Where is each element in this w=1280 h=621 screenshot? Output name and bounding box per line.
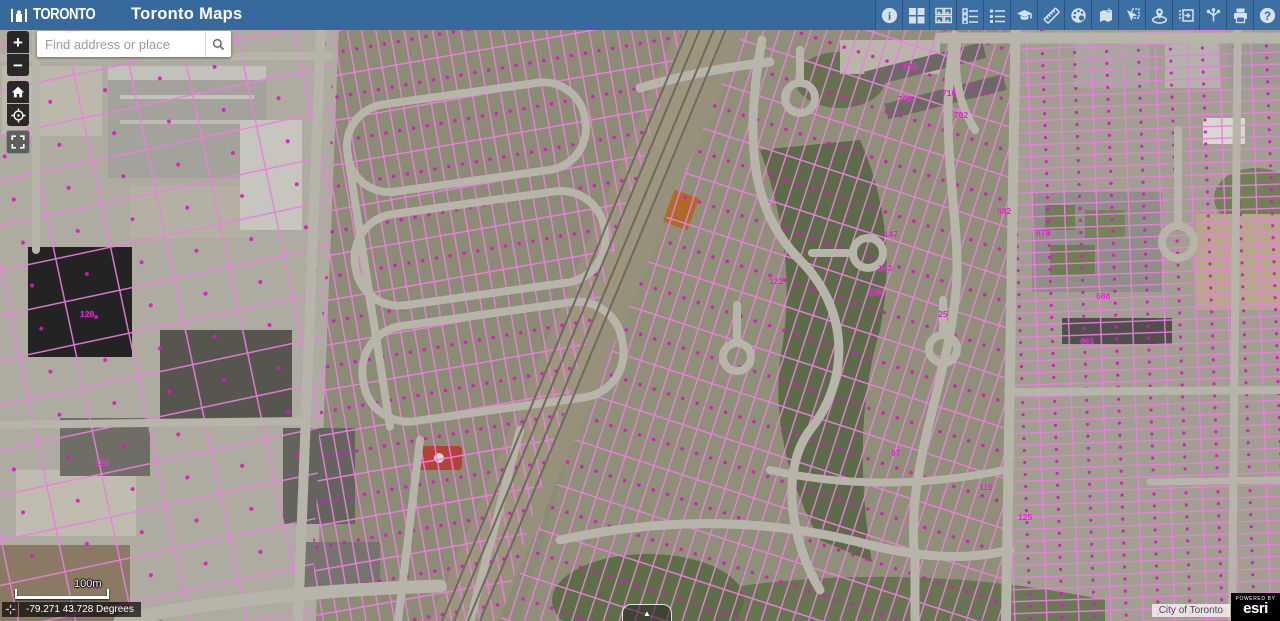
info-button[interactable]: i bbox=[875, 0, 902, 30]
slide-panel-button[interactable] bbox=[1172, 0, 1199, 30]
search-widget bbox=[37, 31, 231, 57]
legend-button[interactable] bbox=[983, 0, 1010, 30]
schools-button[interactable] bbox=[1010, 0, 1037, 30]
layer-list-button[interactable] bbox=[956, 0, 983, 30]
toronto-logo[interactable]: TORONTO bbox=[9, 0, 109, 30]
share-icon bbox=[1205, 7, 1222, 24]
svg-text:i: i bbox=[887, 10, 890, 22]
slide-panel-icon bbox=[1178, 7, 1195, 24]
near-me-button[interactable] bbox=[1145, 0, 1172, 30]
graduation-cap-icon bbox=[1016, 7, 1033, 24]
zoom-in-button[interactable]: + bbox=[7, 31, 29, 53]
ruler-icon bbox=[1043, 7, 1060, 24]
crosshair-locate-icon bbox=[11, 108, 26, 123]
search-input[interactable] bbox=[37, 31, 205, 57]
attribution-panel-tab[interactable]: ▲ bbox=[622, 604, 672, 621]
select-button[interactable] bbox=[1118, 0, 1145, 30]
app-header: TORONTO Toronto Maps i bbox=[0, 0, 1280, 30]
zoom-out-button[interactable]: − bbox=[7, 54, 29, 76]
select-cursor-icon bbox=[1124, 7, 1141, 24]
fullscreen-corners-icon bbox=[11, 135, 25, 149]
header-toolbar: i bbox=[875, 0, 1280, 30]
palette-icon bbox=[1070, 7, 1087, 24]
search-button[interactable] bbox=[205, 31, 231, 57]
map-canvas[interactable] bbox=[0, 0, 1280, 621]
add-data-icon bbox=[1097, 7, 1114, 24]
layer-list-icon bbox=[962, 7, 979, 24]
toronto-maps-app: 120 112 712 708 716 702 682 678 688 661 … bbox=[0, 0, 1280, 621]
home-icon bbox=[11, 85, 25, 99]
help-icon: ? bbox=[1259, 7, 1276, 24]
measure-button[interactable] bbox=[1037, 0, 1064, 30]
info-icon: i bbox=[881, 7, 898, 24]
esri-wordmark: esri bbox=[1231, 602, 1280, 616]
basemap-grid-icon bbox=[908, 7, 925, 24]
page-title: Toronto Maps bbox=[131, 5, 242, 24]
chevron-up-icon: ▲ bbox=[643, 609, 651, 618]
basemap-gallery-button[interactable] bbox=[929, 0, 956, 30]
svg-text:?: ? bbox=[1263, 10, 1270, 22]
coordinates-readout: -79.271 43.728 Degrees bbox=[19, 602, 141, 617]
search-icon bbox=[212, 37, 225, 52]
basemap-button[interactable] bbox=[902, 0, 929, 30]
basemap-gallery-icon bbox=[935, 7, 952, 24]
legend-icon bbox=[989, 7, 1006, 24]
locate-button[interactable] bbox=[7, 104, 29, 126]
help-button[interactable]: ? bbox=[1253, 0, 1280, 30]
map-attribution: City of Toronto bbox=[1152, 604, 1230, 617]
draw-button[interactable] bbox=[1064, 0, 1091, 30]
printer-icon bbox=[1232, 7, 1249, 24]
coordinates-capture-button[interactable] bbox=[2, 602, 18, 617]
share-button[interactable] bbox=[1199, 0, 1226, 30]
logo-wordmark: TORONTO bbox=[33, 6, 95, 24]
coordinates-widget: -79.271 43.728 Degrees bbox=[2, 602, 141, 617]
full-extent-button[interactable] bbox=[6, 130, 30, 154]
coordinate-crosshair-icon bbox=[5, 604, 16, 615]
home-extent-button[interactable] bbox=[7, 81, 29, 103]
esri-logo: Powered by esri bbox=[1231, 593, 1280, 621]
add-data-button[interactable] bbox=[1091, 0, 1118, 30]
location-pin-icon bbox=[1151, 7, 1168, 24]
print-button[interactable] bbox=[1226, 0, 1253, 30]
toronto-city-hall-icon bbox=[9, 6, 29, 24]
